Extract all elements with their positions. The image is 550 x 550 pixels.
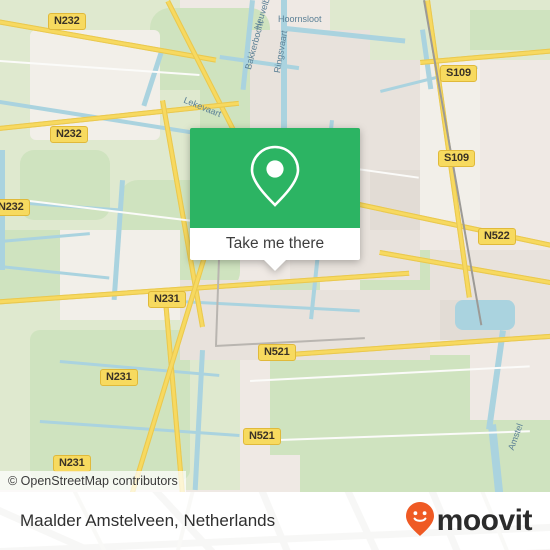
road-shield: N232 — [50, 126, 88, 143]
callout-action-label: Take me there — [225, 235, 325, 252]
road-shield: N231 — [148, 291, 186, 308]
road-shield: N232 — [0, 199, 30, 216]
road-shield: N521 — [258, 344, 296, 361]
callout-action[interactable]: Take me there — [190, 228, 360, 260]
location-callout-card[interactable]: Take me there — [190, 128, 360, 271]
road-shield: N232 — [48, 13, 86, 30]
moovit-wordmark: moovit — [436, 504, 533, 537]
map-pin-icon — [247, 143, 303, 214]
road-shield: N231 — [100, 369, 138, 386]
moovit-logo[interactable]: moovit — [405, 501, 533, 542]
place-name: Maalder Amstelveen, Netherlands — [20, 511, 276, 530]
road-shield: N521 — [243, 428, 281, 445]
callout-header — [190, 128, 360, 228]
water-label: Hoornsloot — [278, 14, 322, 24]
road-shield: S109 — [440, 65, 477, 82]
road-shield: S109 — [438, 150, 475, 167]
map-attribution[interactable]: © OpenStreetMap contributors — [0, 471, 186, 492]
callout-tail — [264, 260, 286, 271]
footer-content: Maalder Amstelveen, Netherlands moovit — [0, 492, 550, 550]
road-shield: N522 — [478, 228, 516, 245]
map-page: N232 N232 N232 S109 S109 N522 N231 N231 N231 N521… — [0, 0, 550, 550]
page-footer: Maalder Amstelveen, Netherlands moovit — [0, 492, 550, 550]
moovit-smiley-pin-icon — [405, 501, 435, 542]
road-shield: N231 — [53, 455, 91, 472]
